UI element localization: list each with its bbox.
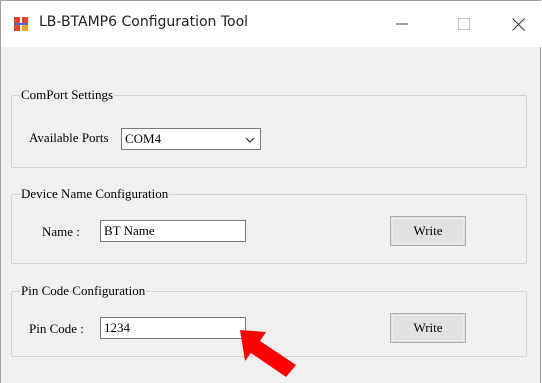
close-button[interactable] — [495, 1, 541, 47]
available-ports-label: Available Ports — [29, 130, 109, 145]
write-pin-button[interactable]: Write — [390, 313, 466, 343]
device-name-group-label: Device Name Configuration — [20, 186, 170, 202]
available-ports-select[interactable]: COM4 — [121, 128, 261, 150]
write-name-button[interactable]: Write — [390, 216, 466, 246]
close-icon — [511, 17, 525, 31]
write-pin-button-label: Write — [413, 320, 443, 335]
minimize-button[interactable] — [379, 1, 425, 47]
comport-settings-label: ComPort Settings — [20, 87, 115, 103]
name-label: Name : — [42, 224, 80, 239]
title-bar[interactable]: LB-BTAMP6 Configuration Tool — [1, 1, 541, 47]
comport-settings-group: ComPort Settings Available Ports COM4 — [11, 87, 527, 168]
minimize-icon — [396, 23, 408, 25]
window-title: LB-BTAMP6 Configuration Tool — [39, 14, 249, 30]
device-name-input[interactable] — [100, 220, 246, 242]
maximize-button[interactable] — [441, 1, 487, 47]
maximize-icon — [458, 18, 470, 30]
pin-code-label: Pin Code : — [29, 321, 84, 336]
red-arrow-icon — [240, 330, 296, 377]
pin-code-input[interactable] — [100, 317, 246, 339]
app-icon — [14, 17, 28, 31]
available-ports-value: COM4 — [125, 131, 162, 146]
write-name-button-label: Write — [413, 223, 443, 238]
pin-code-group-label: Pin Code Configuration — [20, 283, 147, 299]
app-window: LB-BTAMP6 Configuration Tool ComPort Set… — [0, 0, 541, 383]
chevron-down-icon — [245, 137, 255, 143]
device-name-group: Device Name Configuration Name : Write — [11, 186, 527, 264]
